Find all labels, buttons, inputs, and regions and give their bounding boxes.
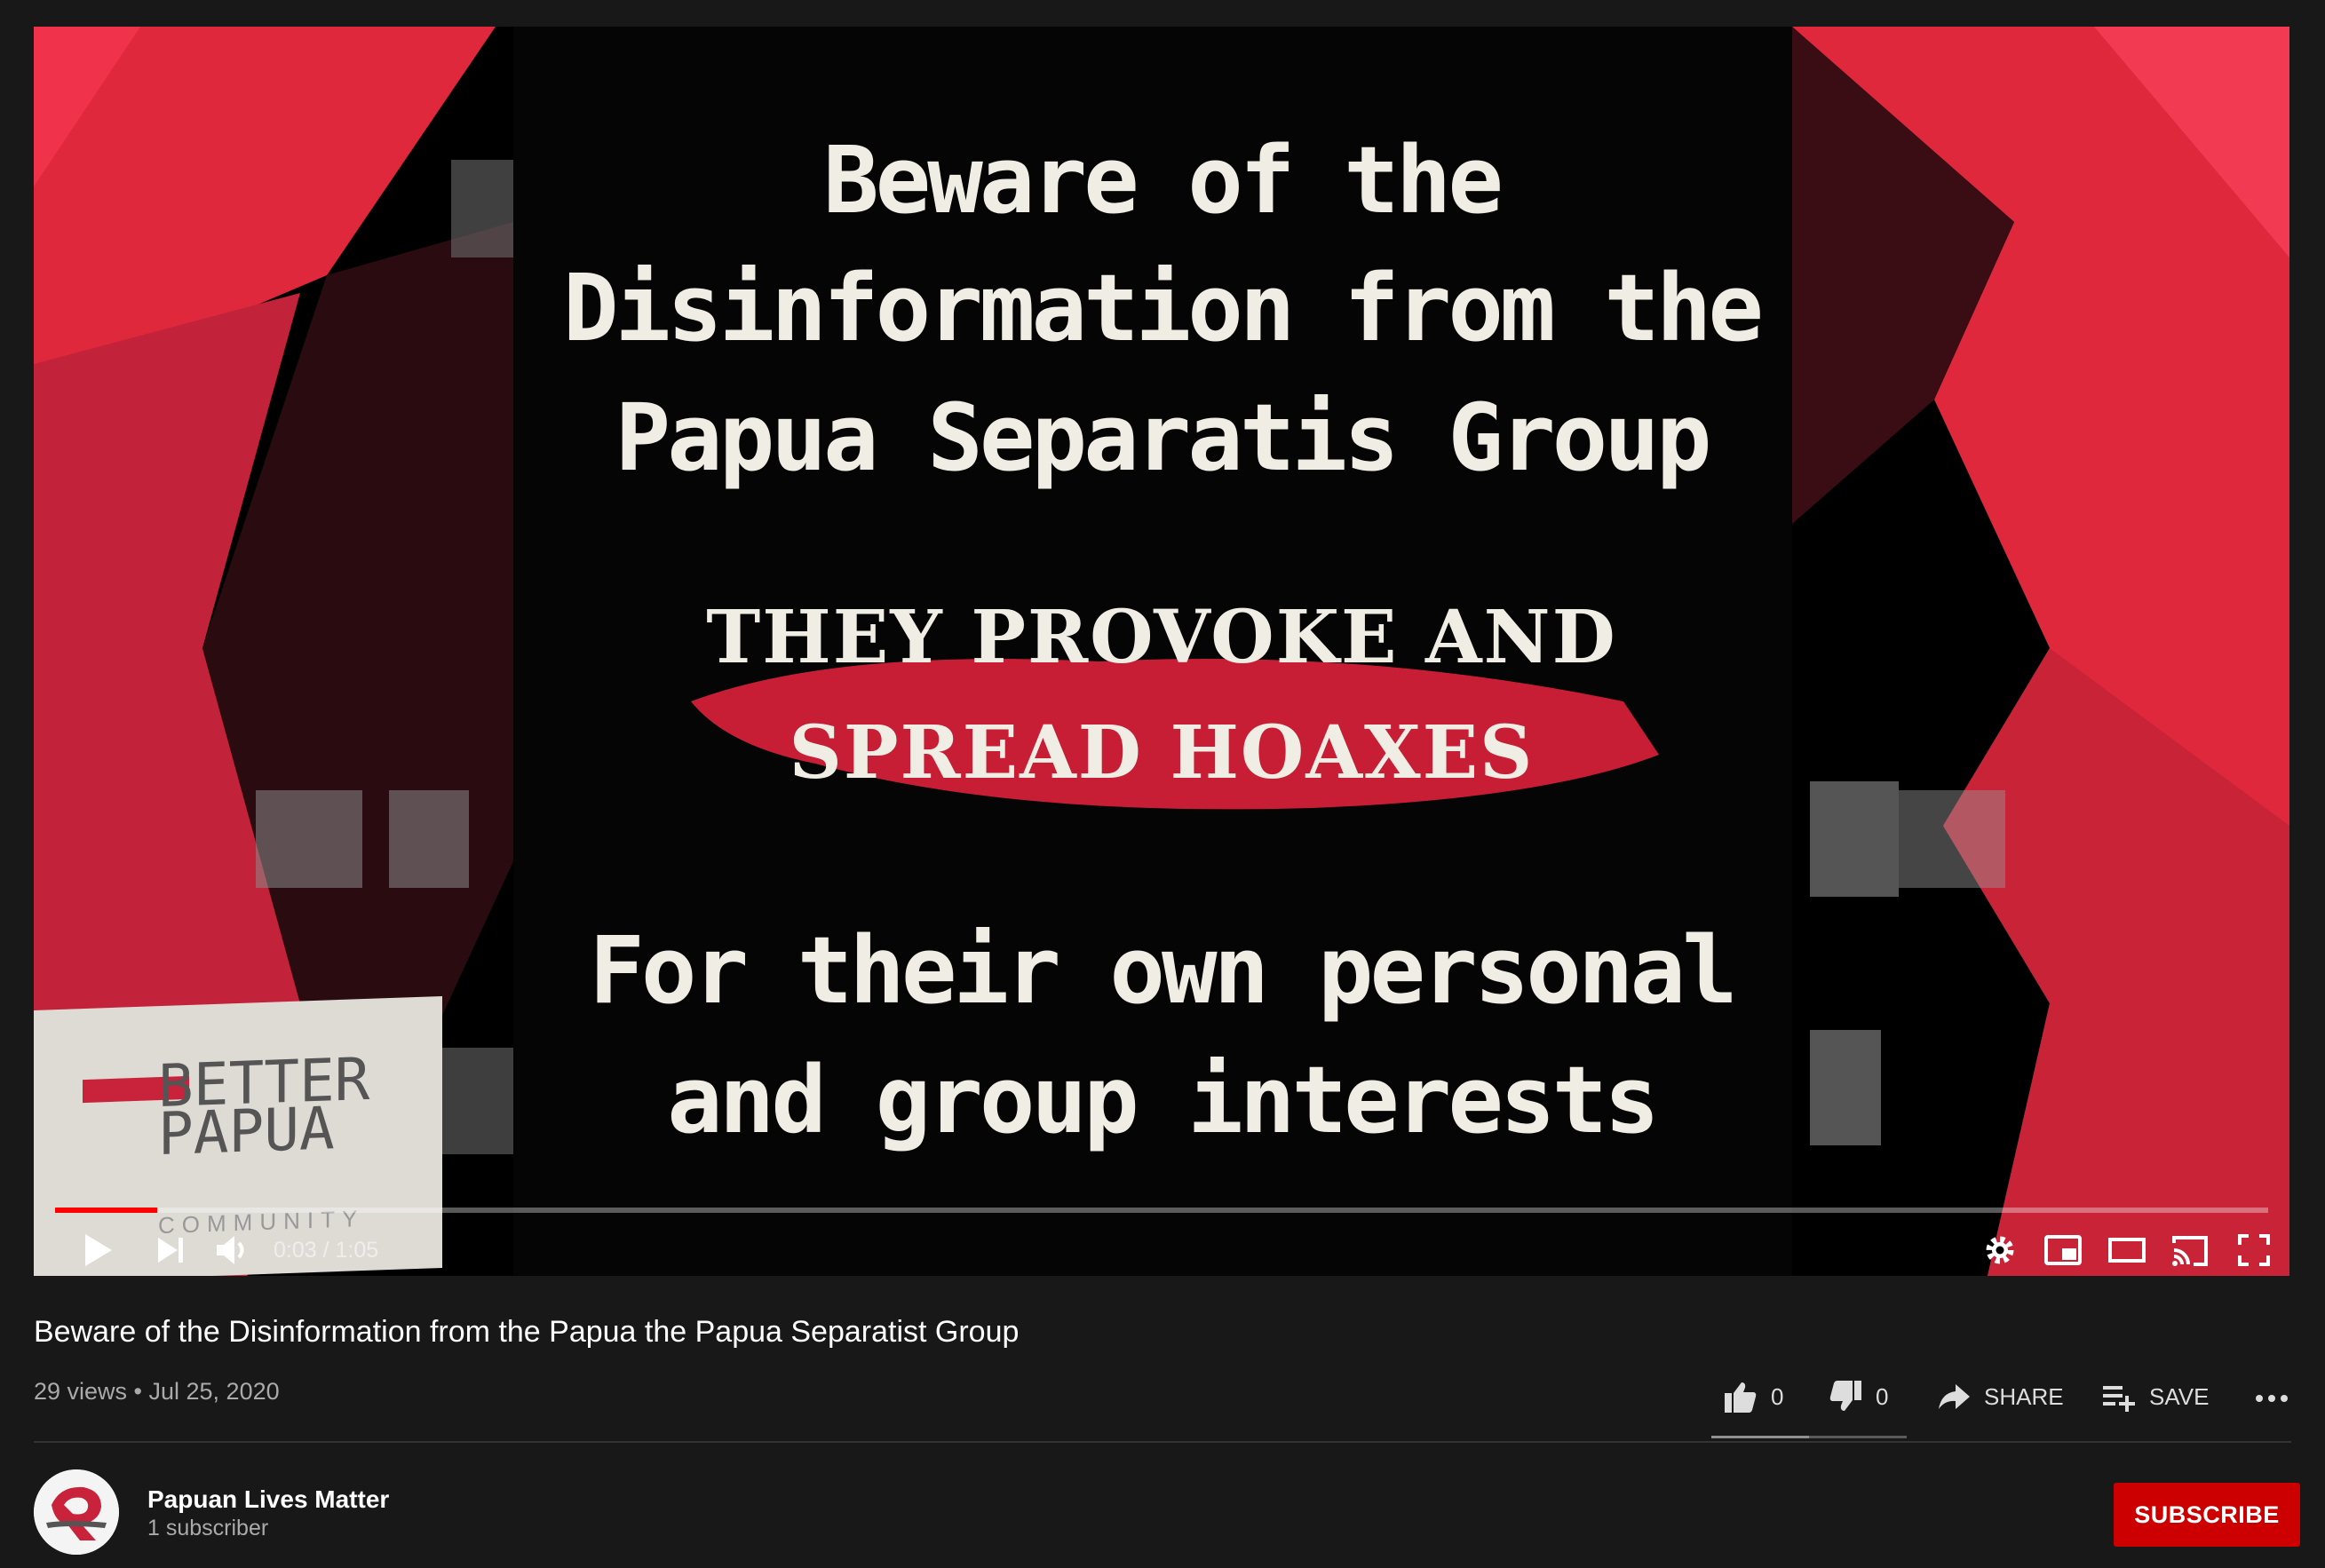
settings-icon[interactable] xyxy=(1980,1231,2019,1270)
watermark-line-2: PAPUA xyxy=(158,1094,335,1169)
thumbs-down-icon xyxy=(1829,1381,1861,1411)
playlist-add-icon xyxy=(2103,1386,2135,1412)
frame-line-2: Disinformation from the xyxy=(562,254,1764,362)
frame-line-1: Beware of the xyxy=(823,126,1504,234)
channel-logo-icon xyxy=(34,1469,119,1555)
save-label: SAVE xyxy=(2149,1382,2210,1410)
miniplayer-icon[interactable] xyxy=(2043,1231,2083,1270)
subscriber-count: 1 subscriber xyxy=(147,1516,269,1540)
theater-icon[interactable] xyxy=(2107,1231,2147,1270)
dislike-button[interactable]: 0 xyxy=(1828,1374,1888,1419)
progress-fill xyxy=(55,1208,157,1213)
share-icon xyxy=(1939,1384,1970,1409)
player-controls: 0:03 / 1:05 xyxy=(34,1225,2289,1276)
divider xyxy=(34,1441,2291,1443)
video-player[interactable]: Beware of the Disinformation from the Pa… xyxy=(34,27,2289,1276)
like-button[interactable]: 0 xyxy=(1723,1374,1783,1419)
next-icon[interactable] xyxy=(153,1231,188,1270)
share-label: SHARE xyxy=(1984,1382,2064,1410)
share-button[interactable]: SHARE xyxy=(1936,1374,2064,1419)
thumbs-up-icon xyxy=(1725,1382,1757,1413)
volume-icon[interactable] xyxy=(211,1231,256,1270)
channel-avatar[interactable] xyxy=(34,1469,119,1555)
more-actions-button[interactable] xyxy=(2254,1374,2289,1419)
play-icon[interactable] xyxy=(80,1231,115,1270)
frame-line-4: THEY PROVOKE AND xyxy=(706,595,1617,680)
save-button[interactable]: SAVE xyxy=(2101,1374,2209,1419)
video-actions: 0 0 SHARE SAVE xyxy=(0,1374,2325,1419)
time-display: 0:03 / 1:05 xyxy=(274,1238,379,1263)
frame-line-3: Papua Separatis Group xyxy=(615,384,1712,492)
sentiment-fill xyxy=(1711,1436,1809,1438)
video-title: Beware of the Disinformation from the Pa… xyxy=(34,1315,1020,1349)
more-icon xyxy=(2256,1395,2288,1402)
progress-bar[interactable] xyxy=(55,1208,2268,1213)
cast-icon[interactable] xyxy=(2169,1231,2211,1270)
frame-line-5: SPREAD HOAXES xyxy=(789,710,1535,796)
channel-name[interactable]: Papuan Lives Matter xyxy=(147,1485,389,1514)
subscribe-button[interactable]: SUBSCRIBE xyxy=(2114,1483,2300,1547)
dislike-count: 0 xyxy=(1876,1382,1889,1410)
like-count: 0 xyxy=(1771,1382,1784,1410)
fullscreen-icon[interactable] xyxy=(2234,1231,2273,1270)
sentiment-bar xyxy=(1711,1436,1907,1438)
